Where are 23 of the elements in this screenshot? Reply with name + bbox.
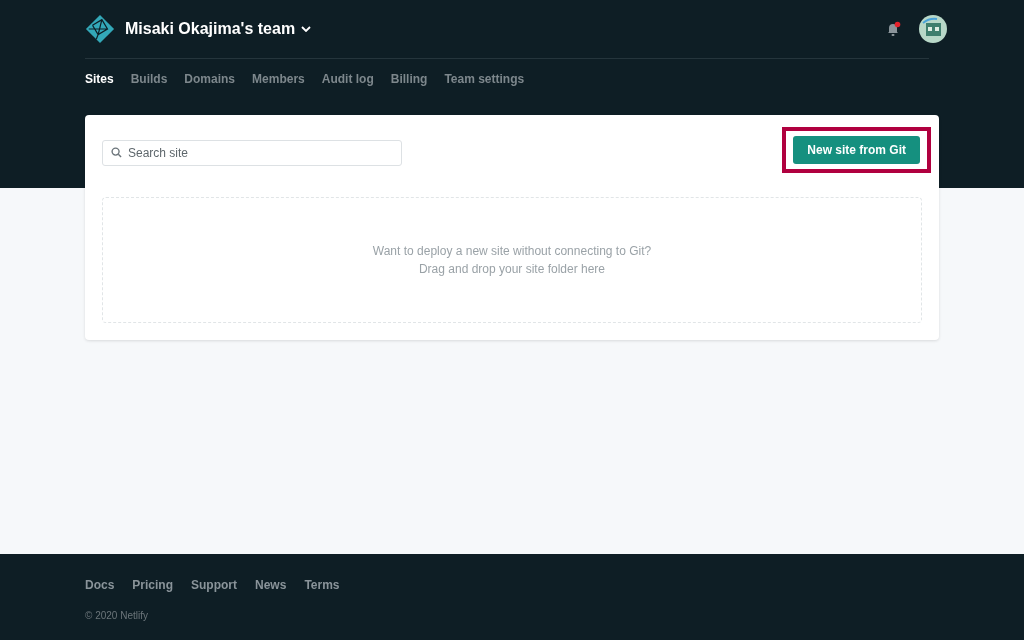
nav-tab[interactable]: Domains xyxy=(184,72,236,86)
footer-link[interactable]: Terms xyxy=(304,578,340,592)
footer-link[interactable]: Support xyxy=(191,578,238,592)
nav-tab[interactable]: Audit log xyxy=(321,72,374,86)
footer-link[interactable]: News xyxy=(255,578,287,592)
drop-hint: Want to deploy a new site without connecting to Git? xyxy=(372,244,652,258)
nav-tab[interactable]: Builds xyxy=(130,72,168,86)
search-icon xyxy=(111,147,122,158)
nav-tab[interactable]: Team settings xyxy=(444,72,525,86)
avatar[interactable] xyxy=(919,15,947,43)
search-field[interactable]: Search site xyxy=(102,139,402,166)
nav-tab[interactable]: Members xyxy=(252,72,305,86)
logo-icon[interactable] xyxy=(85,14,115,44)
nav-tab[interactable]: Billing xyxy=(390,72,428,86)
drop-zone[interactable]: Want to deploy a new site without connecting to Git? Drag and drop your site folder here xyxy=(102,197,922,323)
team-switcher[interactable]: Misaki Okajima's team xyxy=(125,20,312,38)
footer-link[interactable]: Docs xyxy=(85,578,115,592)
new-site-button[interactable]: New site from Git xyxy=(793,136,920,164)
copyright: © 2020 Netlify xyxy=(85,610,149,621)
nav-tab[interactable]: Sites xyxy=(85,72,114,86)
drop-hint: Drag and drop your site folder here xyxy=(418,262,606,276)
footer-link[interactable]: Pricing xyxy=(132,578,174,592)
chevron-down-icon xyxy=(301,26,312,32)
